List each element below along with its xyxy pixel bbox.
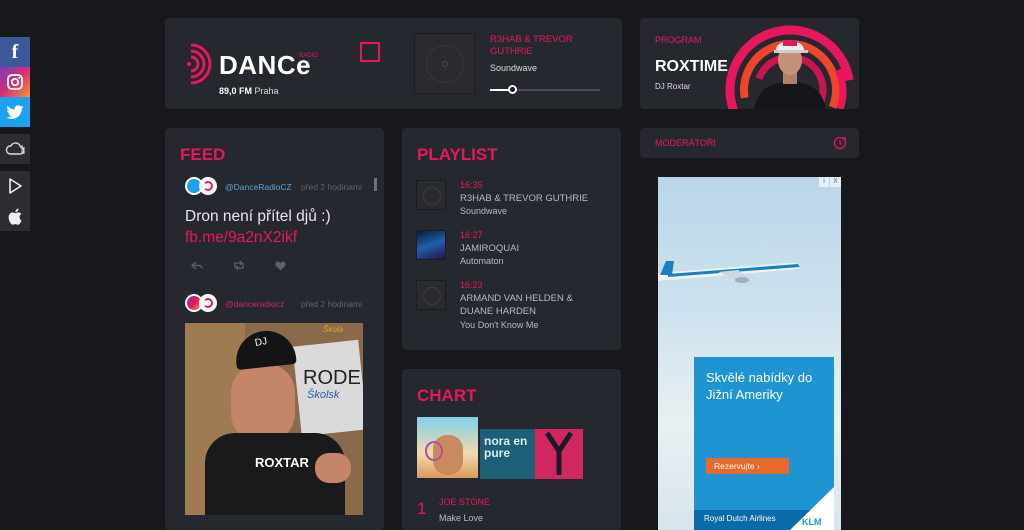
facebook-icon[interactable]: f bbox=[0, 37, 30, 67]
google-play-icon[interactable] bbox=[0, 171, 30, 201]
chart-song: Make Love bbox=[439, 513, 484, 523]
cover-2-text: nora en pure bbox=[484, 434, 528, 460]
playlist-song: Automaton bbox=[460, 256, 504, 266]
cap-logo: DJ bbox=[254, 336, 269, 349]
playlist-time: 16:23 bbox=[460, 280, 483, 290]
post2-image[interactable]: RODE Školsk Škola DJ ROXTAR bbox=[185, 323, 363, 515]
frequency-value: 89,0 FM bbox=[219, 86, 253, 96]
playlist-time: 16:35 bbox=[460, 180, 483, 190]
logo-text[interactable]: DANCe bbox=[219, 50, 311, 81]
instagram-glyph bbox=[7, 74, 23, 90]
dance-avatar-icon-2 bbox=[199, 294, 217, 312]
feed-scrollbar[interactable] bbox=[374, 178, 377, 191]
program-show: ROXTIME bbox=[655, 58, 728, 75]
volume-handle[interactable] bbox=[508, 85, 517, 94]
dance-avatar-icon bbox=[199, 177, 217, 195]
airplane-image bbox=[658, 261, 801, 285]
playlist-item[interactable]: 16:27 JAMIROQUAI Automaton bbox=[416, 230, 616, 280]
apple-icon[interactable] bbox=[0, 201, 30, 231]
playlist-item[interactable]: 16:35 R3HAB & TREVOR GUTHRIE Soundwave bbox=[416, 180, 616, 230]
chart-rank: 1 bbox=[417, 499, 427, 518]
cloud-glyph bbox=[5, 142, 25, 155]
dj-photo bbox=[754, 40, 826, 109]
klm-logo: KLM bbox=[802, 517, 822, 527]
face bbox=[231, 363, 295, 443]
avatar-mark-2 bbox=[203, 298, 213, 308]
program-dj: DJ Roxtar bbox=[655, 82, 691, 91]
feed-title: FEED bbox=[180, 145, 226, 164]
apple-glyph bbox=[8, 208, 22, 225]
now-playing-artist: R3HAB & TREVOR GUTHRIE bbox=[490, 34, 573, 57]
ad-cta-label: Rezervujte bbox=[714, 461, 755, 471]
adchoices-icon[interactable]: i bbox=[819, 177, 829, 187]
disc-center bbox=[442, 61, 448, 67]
stop-button[interactable] bbox=[360, 42, 380, 62]
play-glyph bbox=[9, 178, 22, 194]
dance-logo-icon bbox=[186, 43, 212, 85]
post1-time: před 2 hodinami bbox=[301, 182, 362, 192]
playlist-artist: R3HAB & TREVOR GUTHRIE bbox=[460, 193, 589, 204]
frequency: 89,0 FM Praha bbox=[219, 86, 279, 96]
playlist-song: You Don't Know Me bbox=[460, 320, 539, 330]
disc-icon bbox=[423, 187, 441, 205]
chart-artist[interactable]: JOE STONE bbox=[439, 497, 490, 507]
chart-cover-1[interactable] bbox=[417, 417, 478, 478]
ad-cta-button[interactable]: Rezervujte › bbox=[706, 458, 789, 474]
post1-link[interactable]: fb.me/9a2nX2ikf bbox=[185, 229, 297, 247]
avatar-mark bbox=[203, 181, 213, 191]
clock-icon[interactable] bbox=[833, 136, 847, 150]
playlist-artist: ARMAND VAN HELDEN & DUANE HARDEN bbox=[460, 293, 573, 317]
hand bbox=[315, 453, 351, 483]
playlist-time: 16:27 bbox=[460, 230, 483, 240]
playlist-cover bbox=[416, 180, 446, 210]
sign-text-2: Školsk bbox=[307, 389, 340, 401]
playlist-title: PLAYLIST bbox=[417, 145, 498, 164]
ad-headline: Skvělé nabídky do Jižní Ameriky bbox=[706, 370, 813, 402]
playlist-artist: JAMIROQUAI bbox=[460, 243, 520, 254]
chart-cover-3[interactable] bbox=[535, 429, 583, 479]
frequency-city: Praha bbox=[254, 86, 279, 96]
now-playing-title: Soundwave bbox=[490, 63, 538, 73]
program-label: PROGRAM bbox=[655, 35, 702, 45]
playlist-song: Soundwave bbox=[460, 206, 508, 216]
playlist-cover bbox=[416, 280, 446, 310]
heart-icon[interactable] bbox=[275, 261, 286, 271]
chevron-right-icon: › bbox=[757, 461, 760, 471]
reply-icon[interactable] bbox=[191, 261, 203, 270]
ad-banner[interactable]: i X Skvělé nabídky do Jižní Ameriky Reze… bbox=[658, 177, 841, 530]
chart-cover-2[interactable]: nora en pure bbox=[480, 429, 535, 479]
playlist-item[interactable]: 16:23 ARMAND VAN HELDEN & DUANE HARDEN Y… bbox=[416, 280, 616, 340]
cover-3-art bbox=[544, 431, 574, 475]
moderators-bar[interactable]: MODERÁTOŘI bbox=[640, 128, 859, 158]
post2-time: před 2 hodinami bbox=[301, 299, 362, 309]
sign-text-3: Škola bbox=[323, 325, 344, 334]
post1-handle[interactable]: @DanceRadioCZ bbox=[225, 182, 292, 192]
disc-icon bbox=[423, 287, 441, 305]
playlist-cover bbox=[416, 230, 446, 260]
cloud-icon[interactable] bbox=[0, 134, 30, 164]
ad-close-icon[interactable]: X bbox=[830, 177, 841, 187]
twitter-icon[interactable] bbox=[0, 97, 30, 127]
chart-card: CHART nora en pure 1 JOE STONE Make Love bbox=[402, 369, 621, 530]
retweet-icon[interactable] bbox=[233, 261, 245, 270]
shirt-text: ROXTAR bbox=[255, 455, 309, 470]
cover-ring bbox=[425, 441, 443, 461]
logo-sup: RADIO bbox=[299, 53, 319, 59]
chart-title: CHART bbox=[417, 386, 477, 405]
ad-brand: Royal Dutch Airlines bbox=[704, 514, 776, 523]
program-card[interactable]: PROGRAM ROXTIME DJ Roxtar bbox=[640, 18, 859, 109]
moderators-label: MODERÁTOŘI bbox=[655, 138, 716, 148]
playlist-card: PLAYLIST 16:35 R3HAB & TREVOR GUTHRIE So… bbox=[402, 128, 621, 350]
post2-handle[interactable]: @danceradiocz bbox=[225, 299, 284, 309]
volume-slider[interactable] bbox=[490, 85, 600, 94]
feed-card: FEED @DanceRadioCZ před 2 hodinami Dron … bbox=[165, 128, 384, 530]
twitter-glyph bbox=[6, 104, 24, 119]
instagram-icon[interactable] bbox=[0, 67, 30, 97]
now-playing-cover bbox=[414, 33, 475, 94]
ad-panel: Skvělé nabídky do Jižní Ameriky Rezervuj… bbox=[694, 357, 834, 530]
sign-text: RODE bbox=[303, 367, 361, 389]
post1-text: Dron není přítel djů :) bbox=[185, 208, 331, 225]
header-player: DANCe RADIO 89,0 FM Praha R3HAB & TREVOR… bbox=[165, 18, 622, 109]
